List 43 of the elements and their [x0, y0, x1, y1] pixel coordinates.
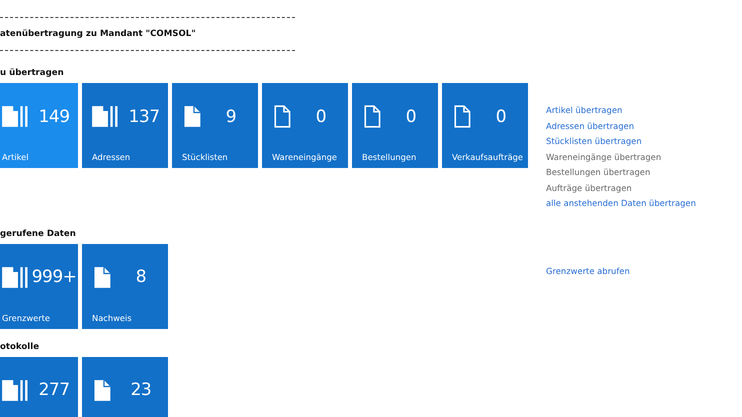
link[interactable]: Grenzwerte abrufen	[546, 264, 630, 279]
link[interactable]: Adressen übertragen	[546, 118, 696, 134]
link[interactable]: Stücklisten übertragen	[546, 134, 696, 150]
tile[interactable]: 23	[82, 356, 168, 417]
tile-label: Adressen	[92, 151, 132, 163]
link[interactable]: Artikel übertragen	[546, 103, 696, 118]
page-title: atenübertragung zu Mandant "COMSOL"	[0, 28, 197, 41]
section-heading: u übertragen	[0, 67, 65, 79]
link[interactable]: alle anstehenden Daten übertragen	[546, 196, 696, 212]
tile-count: 277	[38, 379, 71, 402]
tile-label: Wareneingänge	[272, 151, 338, 163]
document-icon	[182, 103, 203, 130]
tile[interactable]: 0 Verkaufsaufträge	[442, 83, 528, 168]
tile[interactable]: 999+ Grenzwerte	[0, 244, 78, 328]
tile[interactable]: 0 Wareneingänge	[262, 83, 348, 168]
tile-count: 137	[128, 106, 161, 128]
tile-label: Bestellungen	[362, 151, 418, 163]
document-outline-icon	[452, 103, 473, 130]
document-outline-icon	[362, 103, 383, 130]
tile[interactable]: 137 Adressen	[82, 83, 168, 168]
tile[interactable]: 9 Stücklisten	[172, 83, 258, 168]
tile-count: 0	[494, 106, 508, 128]
tile-label: Artikel	[2, 151, 30, 163]
stack-of-pages-icon	[2, 103, 30, 130]
tile[interactable]: 8 Nachweis	[82, 244, 168, 328]
tile-label: Nachweis	[92, 312, 133, 324]
tile-count: 0	[404, 106, 418, 128]
tile-label: Verkaufsaufträge	[452, 151, 524, 163]
tile-count: 149	[38, 106, 71, 128]
tile[interactable]: 277	[0, 356, 78, 417]
tile-count: 999+	[31, 266, 77, 289]
tile-count: 9	[224, 106, 238, 128]
stack-of-pages-icon	[92, 103, 120, 130]
document-outline-icon	[272, 103, 293, 130]
tile-label: Stücklisten	[182, 151, 229, 163]
section-heading: gerufene Daten	[0, 228, 77, 240]
tile-count: 0	[314, 106, 328, 128]
tile-label: Grenzwerte	[2, 312, 52, 324]
tile-count: 23	[130, 379, 152, 402]
section-heading: otokolle	[0, 340, 40, 352]
tile[interactable]: 0 Bestellungen	[352, 83, 438, 168]
tile-count: 8	[134, 266, 148, 289]
tile[interactable]: 149 Artikel	[0, 83, 78, 168]
